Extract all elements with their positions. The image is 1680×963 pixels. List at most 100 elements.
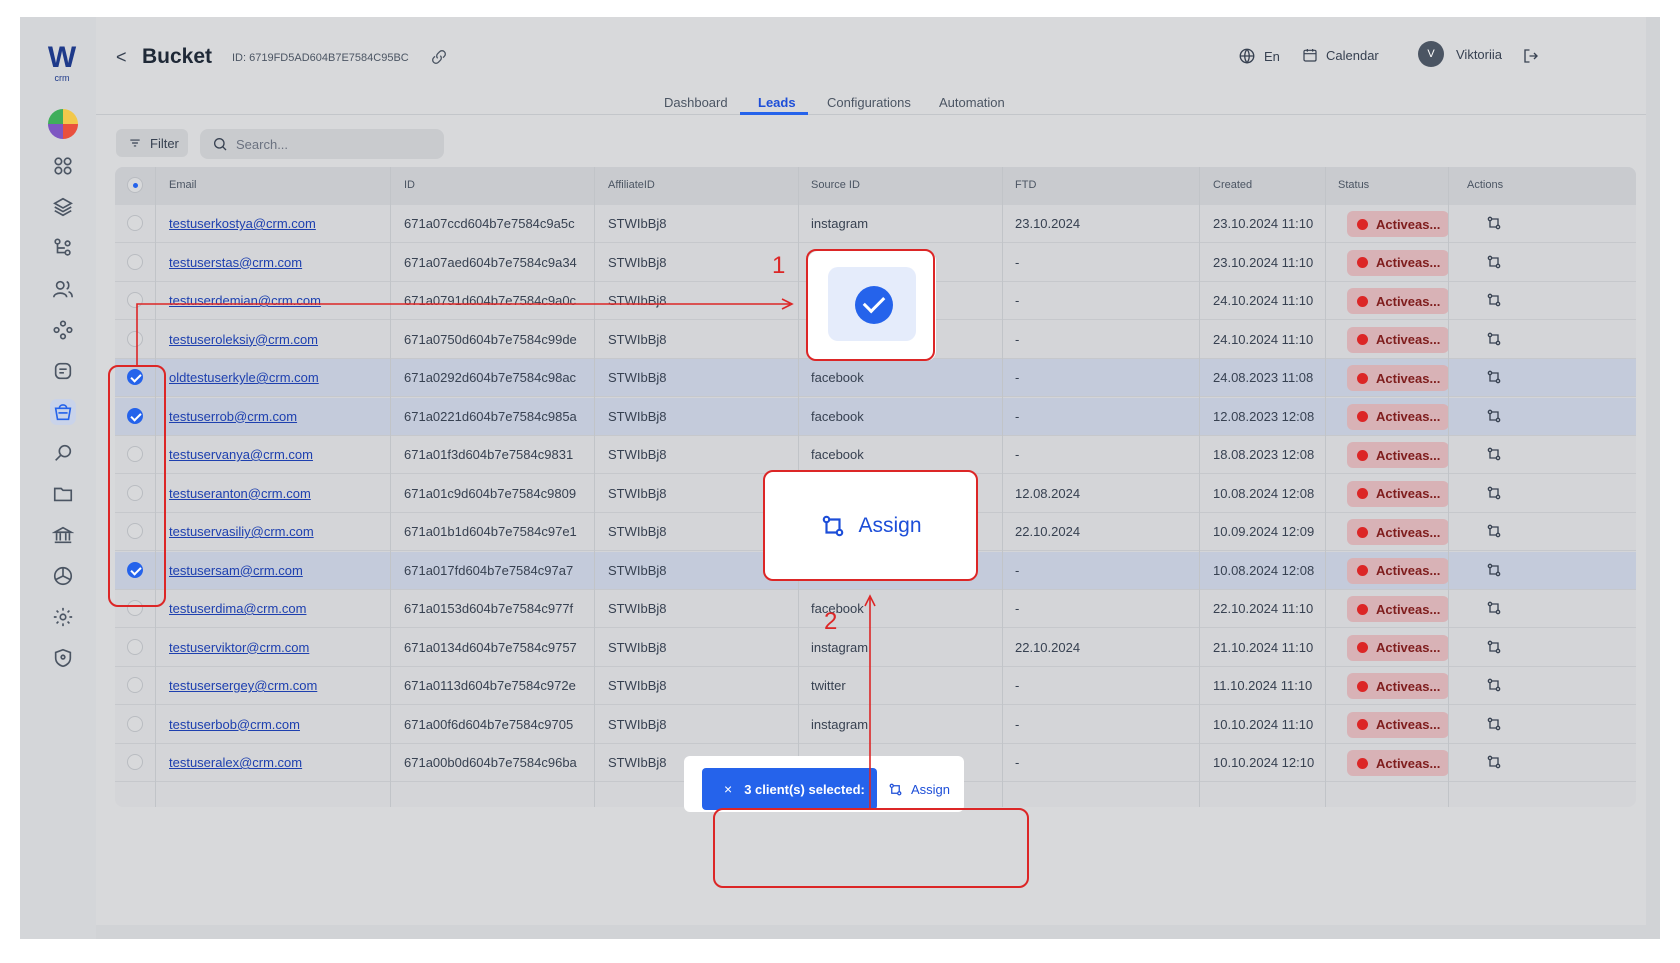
email-link[interactable]: testuservasiliy@crm.com xyxy=(169,524,314,539)
status-badge[interactable]: Activeas... xyxy=(1347,519,1449,545)
status-badge[interactable]: Activeas... xyxy=(1347,442,1449,468)
search-key-icon[interactable] xyxy=(50,440,76,466)
table-row[interactable]: testuserviktor@crm.com 671a0134d604b7e758… xyxy=(115,629,1636,667)
email-link[interactable]: testuserrob@crm.com xyxy=(169,409,297,424)
assign-action-icon[interactable] xyxy=(1486,446,1502,462)
tab-configurations[interactable]: Configurations xyxy=(827,95,911,110)
table-row[interactable]: testuserkostya@crm.com 671a07ccd604b7e758… xyxy=(115,205,1636,243)
hierarchy-icon[interactable] xyxy=(50,235,76,261)
row-checkbox[interactable] xyxy=(127,677,143,693)
assign-action-icon[interactable] xyxy=(1486,331,1502,347)
email-link[interactable]: testuserviktor@crm.com xyxy=(169,640,309,655)
status-badge[interactable]: Activeas... xyxy=(1347,634,1449,661)
status-badge[interactable]: Activeas... xyxy=(1347,249,1449,276)
bank-icon[interactable] xyxy=(50,522,76,548)
status-badge[interactable]: Activeas... xyxy=(1347,211,1449,237)
status-badge[interactable]: Activeas... xyxy=(1347,288,1449,314)
calendar-button[interactable]: Calendar xyxy=(1302,47,1379,63)
row-checkbox[interactable] xyxy=(127,754,143,770)
users-icon[interactable] xyxy=(50,276,76,302)
email-link[interactable]: testuseralex@crm.com xyxy=(169,755,302,770)
table-row[interactable]: testuservanya@crm.com 671a01f3d604b7e7584… xyxy=(115,436,1636,474)
column-header[interactable]: ID xyxy=(404,179,415,191)
team-icon[interactable] xyxy=(50,317,76,343)
column-header[interactable]: FTD xyxy=(1015,179,1036,191)
assign-action-icon[interactable] xyxy=(1486,292,1502,308)
search-input[interactable]: Search... xyxy=(200,129,444,159)
assign-button[interactable]: Assign xyxy=(888,768,950,810)
assign-action-icon[interactable] xyxy=(1486,369,1502,385)
status-badge[interactable]: Activeas... xyxy=(1347,557,1449,584)
row-checkbox[interactable] xyxy=(127,330,143,347)
status-badge[interactable]: Activeas... xyxy=(1347,711,1449,738)
table-row[interactable]: oldtestuserkyle@crm.com 671a0292d604b7e75… xyxy=(115,359,1636,397)
settings-gear-icon[interactable] xyxy=(50,604,76,630)
user-menu[interactable]: V Viktoriia xyxy=(1418,41,1502,67)
status-badge[interactable]: Activeas... xyxy=(1347,596,1449,622)
status-badge[interactable]: Activeas... xyxy=(1347,750,1449,776)
back-button[interactable]: < xyxy=(116,47,127,68)
filter-button[interactable]: Filter xyxy=(116,129,188,157)
app-logo[interactable]: W crm xyxy=(44,43,80,84)
assign-action-icon[interactable] xyxy=(1486,677,1502,693)
column-header[interactable]: Source ID xyxy=(811,179,860,191)
link-icon[interactable] xyxy=(431,49,447,65)
row-checkbox[interactable] xyxy=(127,715,143,732)
assign-action-icon[interactable] xyxy=(1486,485,1502,501)
lead-id: 671a01b1d604b7e7584c97e1 xyxy=(404,524,577,539)
tab-dashboard[interactable]: Dashboard xyxy=(664,95,728,110)
column-header[interactable]: Status xyxy=(1338,179,1369,191)
email-link[interactable]: testuserbob@crm.com xyxy=(169,717,300,732)
shield-icon[interactable] xyxy=(50,645,76,671)
column-header[interactable]: Created xyxy=(1213,179,1252,191)
table-row[interactable]: testuserdima@crm.com 671a0153d604b7e7584c… xyxy=(115,590,1636,628)
email-link[interactable]: testuserkostya@crm.com xyxy=(169,216,316,231)
status-badge[interactable]: Activeas... xyxy=(1347,365,1449,391)
column-header[interactable]: AffiliateID xyxy=(608,179,655,191)
tab-automation[interactable]: Automation xyxy=(939,95,1005,110)
notes-icon[interactable] xyxy=(50,358,76,384)
assign-action-icon[interactable] xyxy=(1486,754,1502,770)
box-icon[interactable] xyxy=(50,563,76,589)
email-link[interactable]: testuseroleksiy@crm.com xyxy=(169,332,318,347)
assign-action-icon[interactable] xyxy=(1486,215,1502,231)
email-link[interactable]: testuserstas@crm.com xyxy=(169,255,302,270)
assign-action-icon[interactable] xyxy=(1486,523,1502,539)
status-badge[interactable]: Activeas... xyxy=(1347,403,1449,430)
clear-selection-button[interactable]: × xyxy=(724,781,732,797)
email-link[interactable]: testuserdima@crm.com xyxy=(169,601,306,616)
email-link[interactable]: testusersam@crm.com xyxy=(169,563,303,578)
layers-icon[interactable] xyxy=(50,194,76,220)
email-link[interactable]: oldtestuserkyle@crm.com xyxy=(169,370,319,385)
email-link[interactable]: testusersergey@crm.com xyxy=(169,678,317,693)
email-link[interactable]: testuseranton@crm.com xyxy=(169,486,311,501)
assign-action-icon[interactable] xyxy=(1486,254,1502,270)
email-link[interactable]: testuserdemian@crm.com xyxy=(169,293,321,308)
assign-action-icon[interactable] xyxy=(1486,600,1502,616)
table-row[interactable]: testusersergey@crm.com 671a0113d604b7e758… xyxy=(115,667,1636,705)
email-link[interactable]: testuservanya@crm.com xyxy=(169,447,313,462)
column-header[interactable]: Email xyxy=(169,179,197,191)
status-badge[interactable]: Activeas... xyxy=(1347,480,1449,507)
select-all-checkbox[interactable] xyxy=(127,177,143,193)
assign-action-icon[interactable] xyxy=(1486,408,1502,424)
language-selector[interactable]: En xyxy=(1238,47,1280,65)
table-row[interactable]: testuserrob@crm.com 671a0221d604b7e7584c9… xyxy=(115,397,1636,436)
assign-action-icon[interactable] xyxy=(1486,716,1502,732)
created-date: 23.10.2024 11:10 xyxy=(1213,216,1314,231)
row-checkbox[interactable] xyxy=(127,215,143,231)
row-checkbox[interactable] xyxy=(127,292,143,308)
logout-icon[interactable] xyxy=(1522,47,1540,65)
folder-icon[interactable] xyxy=(50,481,76,507)
assign-action-icon[interactable] xyxy=(1486,562,1502,578)
dashboard-grid-icon[interactable] xyxy=(50,153,76,179)
bucket-icon[interactable] xyxy=(50,399,76,425)
status-badge[interactable]: Activeas... xyxy=(1347,326,1449,353)
row-checkbox[interactable] xyxy=(127,638,143,655)
pie-chart-icon[interactable] xyxy=(48,109,78,139)
status-badge[interactable]: Activeas... xyxy=(1347,673,1449,699)
assign-action-icon[interactable] xyxy=(1486,639,1502,655)
tab-leads[interactable]: Leads xyxy=(758,95,796,110)
table-row[interactable]: testuserbob@crm.com 671a00f6d604b7e7584c9… xyxy=(115,706,1636,744)
row-checkbox[interactable] xyxy=(127,253,143,270)
